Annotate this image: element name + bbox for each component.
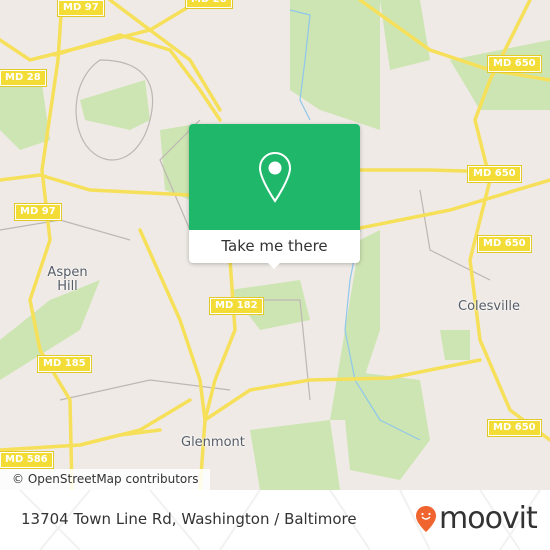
destination-popup: Take me there	[189, 124, 360, 269]
major-road	[358, 178, 550, 230]
park-area	[290, 0, 380, 130]
address-text: 13704 Town Line Rd, Washington / Baltimo…	[21, 510, 357, 528]
moovit-pin-icon	[416, 506, 436, 532]
major-road	[78, 428, 162, 447]
route-shield: MD 97	[14, 203, 62, 221]
map-view[interactable]: MD 97 MD 28 MD 28 MD 650 MD 650 MD 97 MD…	[0, 0, 550, 490]
minor-road	[0, 219, 131, 241]
route-shield: MD 650	[487, 419, 542, 437]
popup-pointer	[266, 261, 282, 269]
route-shield: MD 97	[57, 0, 105, 17]
route-shield: MD 586	[0, 451, 54, 469]
take-me-there-button[interactable]: Take me there	[189, 230, 360, 263]
footer: 13704 Town Line Rd, Washington / Baltimo…	[0, 490, 550, 550]
popup-header	[189, 124, 360, 230]
route-shield: MD 650	[487, 55, 542, 73]
park-area	[440, 330, 470, 360]
route-shield: MD 650	[467, 165, 522, 183]
park-area	[80, 80, 150, 130]
minor-road	[419, 189, 491, 281]
route-shield: MD 650	[477, 235, 532, 253]
place-label-aspen-hill: Aspen Hill	[47, 265, 88, 294]
map-attribution[interactable]: © OpenStreetMap contributors	[0, 469, 211, 490]
route-shield: MD 185	[37, 355, 92, 373]
park-area	[450, 40, 550, 110]
brand-name: moovit	[439, 501, 538, 536]
route-shield: MD 182	[209, 297, 264, 315]
park-area	[250, 420, 340, 490]
minor-road	[59, 379, 231, 401]
major-road	[0, 173, 192, 197]
place-label-colesville: Colesville	[458, 299, 520, 314]
park-area	[380, 0, 430, 70]
place-label-glenmont: Glenmont	[181, 435, 245, 450]
park-area	[160, 125, 190, 200]
major-road	[198, 258, 237, 490]
route-shield: MD 28	[0, 69, 47, 87]
moovit-logo[interactable]: moovit	[415, 501, 538, 536]
route-shield: MD 28	[185, 0, 233, 9]
park-area	[340, 370, 430, 480]
location-pin-icon	[258, 151, 292, 203]
